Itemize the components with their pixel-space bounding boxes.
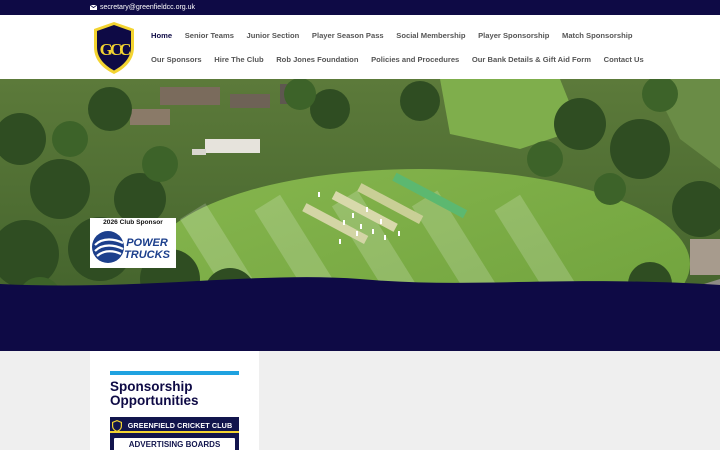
club-sponsor-badge[interactable]: 2026 Club Sponsor POWER TRUCKS bbox=[90, 218, 176, 268]
nav-player-season-pass[interactable]: Player Season Pass bbox=[312, 31, 384, 40]
nav-policies-and-procedures[interactable]: Policies and Procedures bbox=[371, 55, 459, 64]
main-nav-row-2: Our Sponsors Hire The Club Rob Jones Fou… bbox=[151, 55, 644, 64]
power-trucks-logo: POWER TRUCKS bbox=[92, 231, 171, 263]
nav-contact-us[interactable]: Contact Us bbox=[604, 55, 644, 64]
email-text: secretary@greenfieldcc.org.uk bbox=[100, 4, 196, 11]
nav-social-membership[interactable]: Social Membership bbox=[396, 31, 465, 40]
nav-hire-the-club[interactable]: Hire The Club bbox=[214, 55, 263, 64]
widget-title: Sponsorship Opportunities bbox=[110, 379, 199, 408]
advertising-boards-banner[interactable]: GREENFIELD CRICKET CLUB ADVERTISING BOAR… bbox=[110, 417, 239, 450]
hero-section: 2026 Club Sponsor POWER TRUCKS bbox=[0, 79, 720, 351]
nav-home[interactable]: Home bbox=[151, 31, 172, 40]
club-logo[interactable]: GCC bbox=[92, 21, 136, 75]
main-nav-row-1: Home Senior Teams Junior Section Player … bbox=[151, 31, 632, 40]
nav-bank-details[interactable]: Our Bank Details & Gift Aid Form bbox=[472, 55, 591, 64]
nav-match-sponsorship[interactable]: Match Sponsorship bbox=[562, 31, 632, 40]
widget-accent-bar bbox=[110, 371, 239, 375]
nav-senior-teams[interactable]: Senior Teams bbox=[185, 31, 234, 40]
hero-aerial-image bbox=[0, 79, 720, 351]
nav-rob-jones-foundation[interactable]: Rob Jones Foundation bbox=[276, 55, 358, 64]
email-link[interactable]: secretary@greenfieldcc.org.uk bbox=[90, 2, 195, 13]
sponsor-line-1: POWER bbox=[126, 237, 168, 249]
sidebar-widget: Sponsorship Opportunities GREENFIELD CRI… bbox=[90, 351, 259, 450]
site-header: GCC Home Senior Teams Junior Section Pla… bbox=[0, 15, 720, 79]
page-content: Sponsorship Opportunities GREENFIELD CRI… bbox=[0, 351, 720, 450]
envelope-icon bbox=[90, 5, 97, 10]
nav-our-sponsors[interactable]: Our Sponsors bbox=[151, 55, 202, 64]
banner-gold-strip bbox=[110, 431, 239, 433]
club-sponsor-caption: 2026 Club Sponsor bbox=[103, 219, 163, 226]
nav-junior-section[interactable]: Junior Section bbox=[247, 31, 300, 40]
logo-letters: GCC bbox=[100, 40, 131, 59]
banner-club-name: GREENFIELD CRICKET CLUB bbox=[127, 421, 233, 430]
top-bar: secretary@greenfieldcc.org.uk bbox=[0, 0, 720, 15]
sponsor-line-2: TRUCKS bbox=[124, 249, 170, 261]
banner-label: ADVERTISING BOARDS bbox=[114, 438, 235, 450]
nav-player-sponsorship[interactable]: Player Sponsorship bbox=[478, 31, 549, 40]
